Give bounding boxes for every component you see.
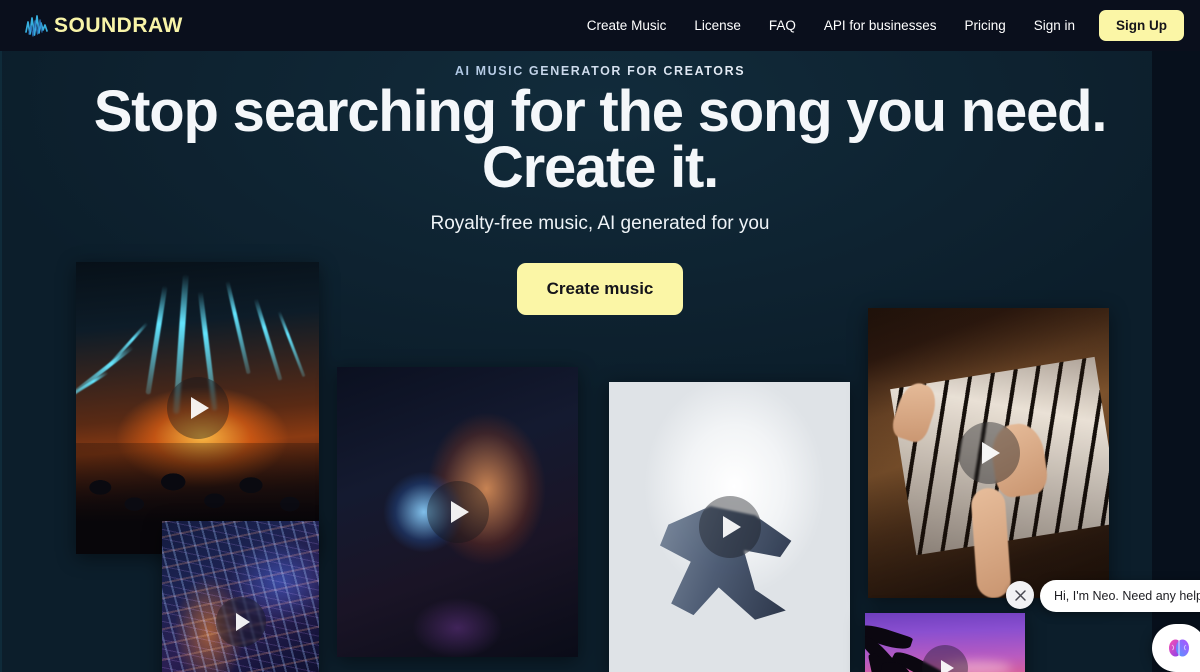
- video-tile-city[interactable]: [162, 521, 319, 672]
- sign-up-button[interactable]: Sign Up: [1099, 10, 1184, 41]
- nav-create-music[interactable]: Create Music: [573, 0, 681, 51]
- play-button[interactable]: [698, 496, 761, 558]
- video-tile-disco[interactable]: [337, 367, 578, 657]
- subheadline: Royalty-free music, AI generated for you: [430, 213, 770, 234]
- headline-line-2: Create it.: [481, 135, 719, 200]
- page-title: Stop searching for the song you need. Cr…: [0, 83, 1200, 197]
- neo-brain-icon: [1166, 635, 1192, 661]
- play-button[interactable]: [166, 377, 229, 439]
- nav-sign-in[interactable]: Sign in: [1020, 0, 1089, 51]
- chat-launcher-button[interactable]: [1152, 624, 1200, 672]
- chat-close-button[interactable]: [1006, 581, 1034, 609]
- close-icon: [1014, 589, 1027, 602]
- logo-text: SOUNDRAW: [54, 14, 183, 37]
- play-button[interactable]: [957, 422, 1020, 484]
- main-nav: Create Music License FAQ API for busines…: [573, 0, 1184, 51]
- chat-greeting-bubble[interactable]: Hi, I'm Neo. Need any help?: [1040, 580, 1200, 612]
- nav-api-for-businesses[interactable]: API for businesses: [810, 0, 951, 51]
- video-tile-piano[interactable]: [868, 308, 1109, 598]
- logo[interactable]: SOUNDRAW: [24, 14, 183, 38]
- play-button[interactable]: [426, 481, 489, 543]
- play-button[interactable]: [215, 597, 266, 647]
- cta-container: Create music: [0, 263, 1200, 315]
- video-tile-dancer[interactable]: [609, 382, 850, 672]
- nav-pricing[interactable]: Pricing: [950, 0, 1019, 51]
- site-header: SOUNDRAW Create Music License FAQ API fo…: [0, 0, 1200, 51]
- eyebrow-text: AI MUSIC GENERATOR FOR CREATORS: [0, 64, 1200, 78]
- hero-section: AI MUSIC GENERATOR FOR CREATORS Stop sea…: [0, 51, 1200, 672]
- nav-faq[interactable]: FAQ: [755, 0, 810, 51]
- video-tile-sunset[interactable]: [865, 613, 1025, 672]
- create-music-button[interactable]: Create music: [516, 263, 684, 315]
- nav-license[interactable]: License: [680, 0, 755, 51]
- waveform-icon: [24, 14, 52, 38]
